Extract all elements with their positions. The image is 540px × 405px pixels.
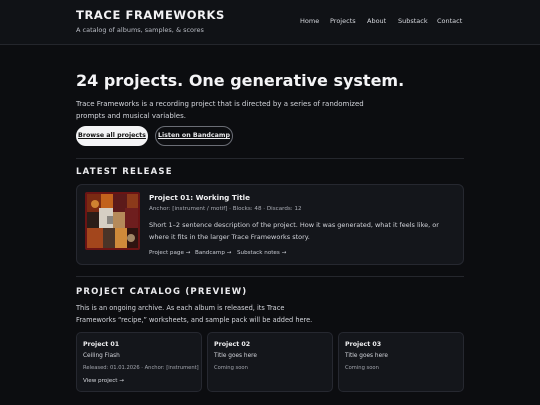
nav-projects[interactable]: Projects — [330, 17, 356, 25]
album-cover-art — [87, 194, 138, 248]
browse-projects-button[interactable]: Browse all projects — [76, 126, 148, 146]
site-tagline: A catalog of albums, samples, & scores — [76, 26, 204, 34]
project-card[interactable]: Project 03 Title goes here Coming soon — [338, 332, 464, 392]
view-project-link[interactable]: View project → — [83, 378, 124, 384]
hero-title: 24 projects. One generative system. — [76, 71, 405, 90]
latest-release-card: Project 01: Working Title Anchor: [instr… — [76, 184, 464, 265]
nav-home[interactable]: Home — [300, 17, 319, 25]
release-title: Project 01: Working Title — [149, 193, 250, 202]
nav-about[interactable]: About — [367, 17, 386, 25]
release-meta: Anchor: [instrument / motif] · Blocks: 4… — [149, 206, 302, 212]
project-card-meta: Coming soon — [345, 365, 379, 371]
site-header: TRACE FRAMEWORKS A catalog of albums, sa… — [0, 0, 540, 45]
latest-release-heading: LATEST RELEASE — [76, 167, 173, 177]
project-card[interactable]: Project 02 Title goes here Coming soon — [207, 332, 333, 392]
project-card[interactable]: Project 01 Ceiling Flash Released: 01.01… — [76, 332, 202, 392]
catalog-heading: PROJECT CATALOG (PREVIEW) — [76, 287, 248, 297]
project-page-link[interactable]: Project page → — [149, 250, 190, 256]
project-card-name: Project 02 — [214, 341, 251, 348]
project-card-title: Title goes here — [345, 353, 388, 359]
album-cover-image[interactable] — [85, 192, 140, 250]
section-divider — [76, 158, 464, 159]
main-nav: Home Projects About Substack Contact — [0, 17, 540, 27]
catalog-description: This is an ongoing archive. As each albu… — [76, 304, 313, 324]
bandcamp-button[interactable]: Listen on Bandcamp — [155, 126, 233, 146]
project-card-meta: Coming soon — [214, 365, 248, 371]
nav-substack[interactable]: Substack — [398, 17, 428, 25]
project-card-title: Ceiling Flash — [83, 353, 120, 359]
bandcamp-link[interactable]: Bandcamp → — [195, 250, 231, 256]
release-links: Project page → Bandcamp → Substack notes… — [149, 250, 449, 258]
project-card-name: Project 03 — [345, 341, 382, 348]
hero-description: Trace Frameworks is a recording project … — [76, 100, 364, 120]
project-card-meta: Released: 01.01.2026 · Anchor: [instrume… — [83, 365, 199, 371]
release-description: Short 1–2 sentence description of the pr… — [149, 221, 439, 241]
substack-notes-link[interactable]: Substack notes → — [237, 250, 286, 256]
nav-contact[interactable]: Contact — [437, 17, 462, 25]
project-card-name: Project 01 — [83, 341, 120, 348]
project-card-title: Title goes here — [214, 353, 257, 359]
section-divider — [76, 276, 464, 277]
